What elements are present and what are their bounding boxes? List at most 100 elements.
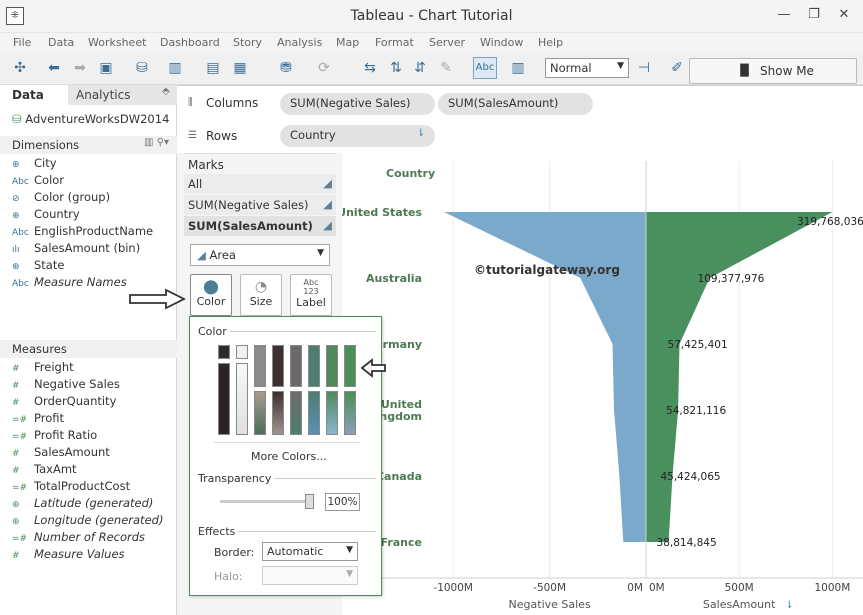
tableau-logo-icon[interactable]: ✣	[10, 59, 30, 77]
search-icon[interactable]: ▥ ⚲▾	[144, 137, 169, 148]
transparency-slider[interactable]	[220, 500, 310, 503]
measures-title: Measures	[12, 342, 67, 356]
color-swatch[interactable]	[254, 345, 266, 387]
measure-field[interactable]: =# Profit Ratio	[12, 428, 97, 442]
tab-data[interactable]: Data	[0, 85, 68, 105]
color-swatch[interactable]	[290, 345, 302, 387]
menu-help[interactable]: Help	[538, 36, 563, 49]
marks-card-salesamount[interactable]: SUM(SalesAmount) ◢	[184, 216, 336, 236]
save-icon[interactable]: ▣	[96, 59, 116, 77]
minimize-button[interactable]: —	[770, 4, 798, 26]
menu-file[interactable]: File	[13, 36, 31, 49]
dimension-field[interactable]: ⊘ Color (group)	[12, 190, 110, 204]
pane-menu-icon[interactable]: ⬘	[162, 86, 170, 97]
color-swatch[interactable]	[326, 391, 338, 435]
color-button[interactable]: ⬤ Color	[190, 274, 232, 316]
color-swatch[interactable]	[344, 391, 356, 435]
color-swatch[interactable]	[308, 391, 320, 435]
divider	[230, 331, 376, 332]
measure-field[interactable]: =# Number of Records	[12, 530, 145, 544]
measure-field[interactable]: ⊕ Longitude (generated)	[12, 513, 163, 527]
fix-axes-icon[interactable]: ⊣	[634, 59, 654, 77]
measure-field[interactable]: # OrderQuantity	[12, 394, 116, 408]
show-mark-labels-button[interactable]: Abc	[473, 57, 497, 79]
measure-field-name: Measure Values	[34, 547, 125, 561]
color-swatch[interactable]	[236, 345, 248, 359]
data-label: 57,425,401	[668, 339, 728, 351]
size-button[interactable]: ◔ Size	[240, 274, 282, 316]
menu-server[interactable]: Server	[429, 36, 465, 49]
field-type-icon: =#	[12, 483, 28, 493]
columns-pill-negative-sales[interactable]: SUM(Negative Sales)	[280, 93, 435, 115]
more-colors-button[interactable]: More Colors...	[251, 450, 327, 463]
clear-sheet-icon[interactable]: ▦	[230, 59, 250, 77]
border-select[interactable]: Automatic ▼	[262, 542, 358, 561]
menu-analysis[interactable]: Analysis	[277, 36, 322, 49]
color-swatch[interactable]	[272, 345, 284, 387]
dimension-field[interactable]: Abc Measure Names	[12, 275, 127, 289]
dimension-field[interactable]: ⊕ Country	[12, 207, 80, 221]
label-button[interactable]: Abc 123 Label	[290, 274, 332, 316]
redo-icon[interactable]: ➡	[70, 59, 90, 77]
duplicate-sheet-icon[interactable]: ▤	[203, 59, 223, 77]
color-swatch[interactable]	[236, 363, 248, 435]
swap-rows-columns-icon[interactable]: ⇆	[360, 59, 380, 77]
show-me-button[interactable]: ▐▌ Show Me	[689, 58, 857, 84]
new-datasource-icon[interactable]: ⛁	[132, 59, 152, 77]
color-swatch[interactable]	[308, 345, 320, 387]
dimension-field[interactable]: ⊕ State	[12, 258, 64, 272]
color-swatch[interactable]	[344, 345, 356, 387]
dimension-field[interactable]: ⊕ City	[12, 156, 57, 170]
mark-type-select[interactable]: ◢ Area ▼	[190, 244, 330, 266]
new-worksheet-icon[interactable]: ▥	[165, 59, 185, 77]
close-button[interactable]: ✕	[830, 4, 858, 26]
dimension-field[interactable]: Abc Color	[12, 173, 64, 187]
restore-button[interactable]: ❐	[800, 4, 828, 26]
color-swatch[interactable]	[290, 391, 302, 435]
datasource-item[interactable]: ⛁ AdventureWorksDW2014	[12, 112, 169, 126]
marks-card-all[interactable]: All ◢	[184, 174, 336, 194]
measure-field[interactable]: # TaxAmt	[12, 462, 77, 476]
fit-chart-icon[interactable]: ▥	[508, 59, 528, 77]
dimension-field[interactable]: ılı SalesAmount (bin)	[12, 241, 140, 255]
tab-analytics[interactable]: Analytics	[68, 85, 177, 105]
measure-field[interactable]: =# Profit	[12, 411, 64, 425]
measure-field[interactable]: =# TotalProductCost	[12, 479, 130, 493]
window-title: Tableau - Chart Tutorial	[350, 8, 513, 24]
sort-ascending-icon[interactable]: ⇅	[386, 59, 406, 77]
menu-data[interactable]: Data	[48, 36, 74, 49]
undo-icon[interactable]: ⬅	[44, 59, 64, 77]
marks-card-negative-sales[interactable]: SUM(Negative Sales) ◢	[184, 195, 336, 215]
measure-field[interactable]: # Negative Sales	[12, 377, 120, 391]
fit-select[interactable]: Normal ▼	[545, 58, 629, 78]
columns-pill-salesamount[interactable]: SUM(SalesAmount)	[438, 93, 593, 115]
color-swatch[interactable]	[326, 345, 338, 387]
measure-field[interactable]: # Measure Values	[12, 547, 125, 561]
transparency-slider-thumb[interactable]	[305, 494, 314, 509]
color-swatch[interactable]	[218, 363, 230, 435]
dimensions-title: Dimensions	[12, 138, 80, 152]
measure-field[interactable]: # Freight	[12, 360, 74, 374]
color-palette-icon: ⬤	[203, 279, 219, 295]
menu-format[interactable]: Format	[375, 36, 414, 49]
annotate-icon[interactable]: ✐	[667, 59, 687, 77]
menu-window[interactable]: Window	[480, 36, 523, 49]
color-swatch[interactable]	[254, 391, 266, 435]
menu-dashboard[interactable]: Dashboard	[160, 36, 220, 49]
measure-field[interactable]: ⊕ Latitude (generated)	[12, 496, 153, 510]
pause-updates-icon[interactable]: ⛃	[276, 59, 296, 77]
rows-pill-country[interactable]: Country ⇂	[280, 125, 435, 147]
measure-field[interactable]: # SalesAmount	[12, 445, 110, 459]
menu-map[interactable]: Map	[336, 36, 359, 49]
menu-worksheet[interactable]: Worksheet	[88, 36, 146, 49]
menu-story[interactable]: Story	[233, 36, 262, 49]
area-chart-icon: ◢	[323, 197, 332, 211]
highlight-icon[interactable]: ✎	[436, 59, 456, 77]
transparency-input[interactable]: 100%	[325, 493, 360, 511]
dimension-field[interactable]: Abc EnglishProductName	[12, 224, 153, 238]
color-swatch[interactable]	[218, 345, 230, 359]
refresh-icon[interactable]: ⟳	[314, 59, 334, 77]
halo-select[interactable]: ▼	[262, 566, 358, 585]
sort-descending-icon[interactable]: ⇵	[410, 59, 430, 77]
color-swatch[interactable]	[272, 391, 284, 435]
